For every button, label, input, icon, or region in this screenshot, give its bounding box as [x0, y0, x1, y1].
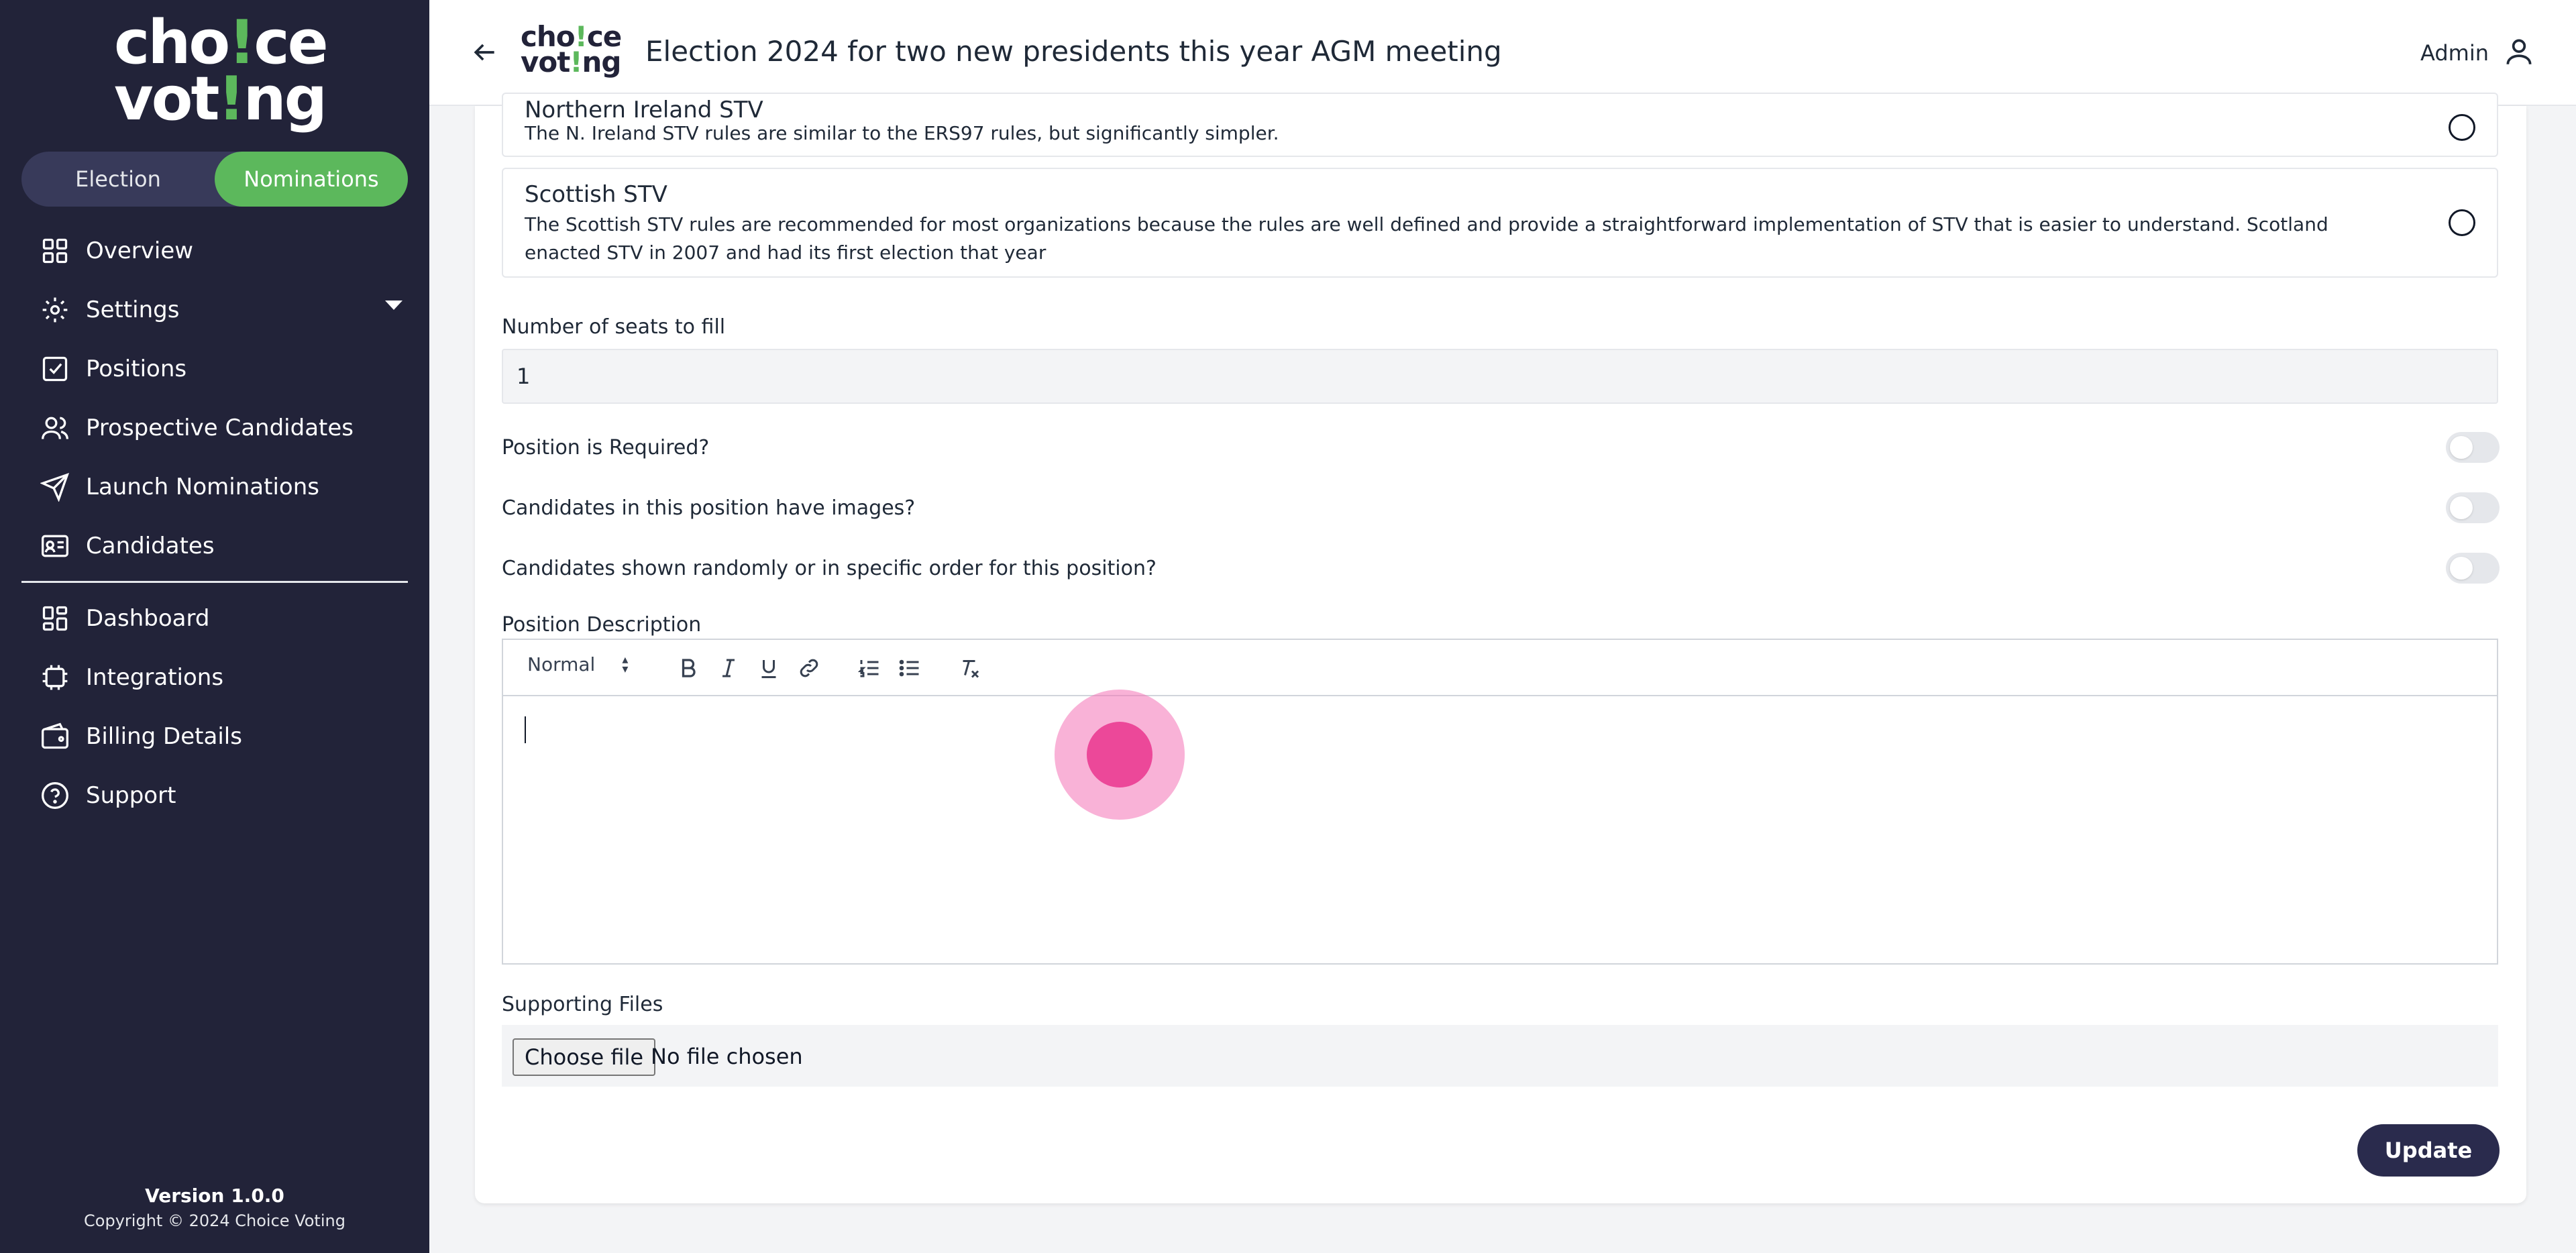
select-arrows-icon: ▴ ▾ — [622, 652, 629, 676]
supporting-files-label: Supporting Files — [502, 993, 663, 1016]
stv-option-description: The N. Ireland STV rules are similar to … — [525, 122, 1279, 144]
sidebar-item-dashboard[interactable]: Dashboard — [40, 600, 402, 637]
required-label: Position is Required? — [502, 436, 710, 459]
sidebar-item-positions[interactable]: Positions — [40, 350, 402, 388]
sidebar-item-label: Candidates — [86, 533, 215, 559]
grid-icon — [40, 236, 70, 266]
images-label: Candidates in this position have images? — [502, 496, 916, 520]
choice-voting-logo[interactable]: cho!ce vot!ng — [114, 13, 329, 129]
sidebar-item-label: Dashboard — [86, 605, 210, 632]
mode-toggle: Election Nominations — [21, 152, 408, 207]
copyright-label: Copyright © 2024 Choice Voting — [84, 1211, 345, 1230]
description-editor-input[interactable] — [503, 698, 2497, 965]
choose-file-button[interactable]: Choose file — [513, 1038, 656, 1076]
format-select-value: Normal — [527, 653, 596, 675]
italic-icon[interactable] — [715, 655, 742, 682]
file-status-text: No file chosen — [651, 1044, 803, 1069]
sidebar-item-overview[interactable]: Overview — [40, 232, 402, 270]
sidebar-item-settings[interactable]: Settings — [40, 291, 402, 329]
position-form-card: Northern Ireland STV The N. Ireland STV … — [475, 93, 2526, 1203]
version-label: Version 1.0.0 — [145, 1185, 284, 1207]
seats-label: Number of seats to fill — [502, 315, 726, 339]
bold-icon[interactable] — [675, 655, 702, 682]
stv-radio-scottish[interactable] — [2449, 209, 2475, 236]
stv-radio-northern-ireland[interactable] — [2449, 114, 2475, 141]
chevron-down-icon[interactable] — [385, 301, 402, 310]
sidebar-item-candidates[interactable]: Candidates — [40, 527, 402, 565]
file-upload-field: Choose file No file chosen — [502, 1025, 2498, 1087]
rich-text-editor: Normal ▴ ▾ — [502, 639, 2498, 965]
toggle-knob — [2450, 436, 2473, 459]
toggle-knob — [2450, 496, 2473, 519]
election-mode-button[interactable]: Election — [21, 152, 215, 207]
seats-input[interactable] — [502, 349, 2498, 404]
sidebar-item-support[interactable]: Support — [40, 777, 402, 814]
stv-option-scottish[interactable]: Scottish STV The Scottish STV rules are … — [502, 168, 2498, 278]
clear-format-icon[interactable] — [957, 655, 983, 682]
order-toggle[interactable] — [2446, 553, 2500, 584]
chip-icon — [40, 663, 70, 692]
stv-option-northern-ireland[interactable]: Northern Ireland STV The N. Ireland STV … — [502, 93, 2498, 157]
sidebar-item-label: Positions — [86, 356, 187, 382]
sidebar-item-label: Billing Details — [86, 723, 242, 750]
nominations-mode-button[interactable]: Nominations — [215, 152, 408, 207]
sidebar-item-integrations[interactable]: Integrations — [40, 659, 402, 696]
update-button[interactable]: Update — [2357, 1124, 2500, 1177]
help-circle-icon — [40, 781, 70, 810]
stv-option-description: The Scottish STV rules are recommended f… — [525, 213, 2328, 264]
format-select[interactable]: Normal ▴ ▾ — [527, 653, 628, 675]
toggle-knob — [2450, 557, 2473, 580]
send-icon — [40, 472, 70, 502]
wallet-icon — [40, 722, 70, 751]
click-indicator-dot — [1087, 722, 1152, 787]
user-role-label[interactable]: Admin — [2420, 40, 2489, 66]
sidebar-item-launch-nominations[interactable]: Launch Nominations — [40, 468, 402, 506]
checkbox-icon — [40, 354, 70, 384]
id-card-icon — [40, 531, 70, 561]
header-logo[interactable]: cho!ce vot!ng — [521, 23, 622, 76]
sidebar-item-label: Overview — [86, 237, 194, 264]
editor-toolbar: Normal ▴ ▾ — [503, 640, 2497, 696]
sidebar-item-label: Settings — [86, 296, 180, 323]
gear-icon — [40, 295, 70, 325]
text-cursor — [525, 716, 526, 743]
page-title: Election 2024 for two new presidents thi… — [645, 35, 1502, 68]
sidebar-item-billing-details[interactable]: Billing Details — [40, 718, 402, 755]
users-icon — [40, 413, 70, 443]
top-header: cho!ce vot!ng Election 2024 for two new … — [429, 0, 2576, 106]
underline-icon[interactable] — [755, 655, 782, 682]
user-icon[interactable] — [2502, 35, 2536, 68]
sidebar-item-label: Launch Nominations — [86, 474, 319, 500]
bullet-list-icon[interactable] — [896, 655, 923, 682]
dashboard-icon — [40, 604, 70, 633]
sidebar-item-label: Prospective Candidates — [86, 415, 354, 441]
sidebar-item-label: Support — [86, 782, 176, 809]
description-label: Position Description — [502, 613, 702, 637]
sidebar-divider — [21, 581, 408, 583]
stv-option-title: Scottish STV — [525, 181, 667, 208]
required-toggle[interactable] — [2446, 432, 2500, 463]
sidebar: cho!ce vot!ng Election Nominations Overv… — [0, 0, 429, 1253]
back-arrow-icon[interactable] — [470, 38, 499, 67]
ordered-list-icon[interactable] — [856, 655, 883, 682]
link-icon[interactable] — [796, 655, 822, 682]
sidebar-item-label: Integrations — [86, 664, 224, 691]
order-label: Candidates shown randomly or in specific… — [502, 557, 1157, 580]
images-toggle[interactable] — [2446, 492, 2500, 523]
sidebar-item-prospective-candidates[interactable]: Prospective Candidates — [40, 409, 402, 447]
